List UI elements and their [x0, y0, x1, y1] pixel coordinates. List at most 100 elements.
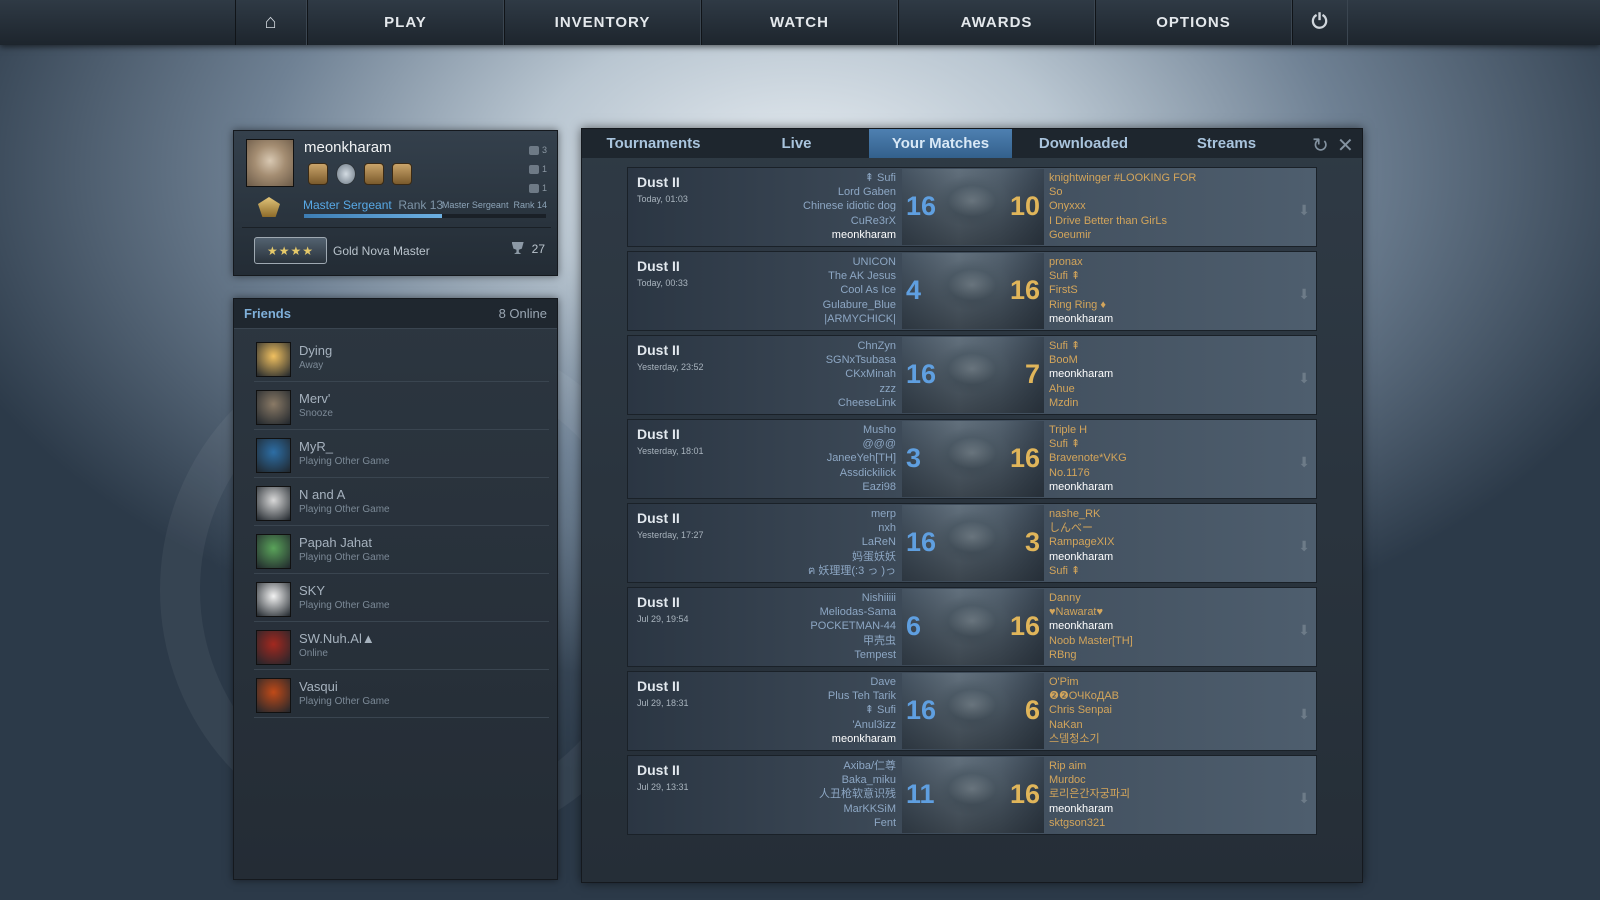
match-row[interactable]: Dust II Today, 01:03 ⇞ Sufi Lord Gaben Chine…	[627, 167, 1317, 247]
player-name: Triple H	[1049, 424, 1088, 436]
watch-tabs: Tournaments Live Your Matches Downloaded…	[582, 129, 1362, 158]
tab-live[interactable]: Live	[725, 129, 868, 158]
player-name: O'Pim	[1049, 676, 1079, 688]
player-name: しんべー	[1049, 522, 1093, 535]
map-thumbnail: 16 7	[902, 337, 1044, 413]
rank-level: Rank 13	[398, 198, 444, 212]
score-ct: 11	[906, 779, 935, 809]
competitive-wins: 27	[511, 242, 545, 256]
score-ct: 16	[906, 527, 937, 557]
score-ct: 16	[906, 359, 937, 389]
friend-avatar	[256, 534, 291, 569]
refresh-icon[interactable]: ↻	[1312, 133, 1329, 158]
watch-button[interactable]: WATCH	[701, 0, 898, 45]
download-icon[interactable]: ⬇	[1298, 706, 1310, 723]
player-name: meonkharam	[1049, 620, 1114, 633]
download-icon[interactable]: ⬇	[1298, 538, 1310, 555]
trophy-icon	[511, 242, 524, 254]
friend-status: Playing Other Game	[299, 600, 390, 611]
team-t-list: O'Pim ❷❷ОЧКоДАВ Chris Senpai NaKan 스뎀청소기	[1049, 675, 1119, 746]
player-name: POCKETMAN-44	[810, 620, 896, 633]
tab-streams[interactable]: Streams	[1155, 129, 1298, 158]
close-icon[interactable]: ✕	[1337, 133, 1354, 158]
player-name: Sufi ⇞	[1049, 270, 1081, 283]
tab-downloaded[interactable]: Downloaded	[1012, 129, 1155, 158]
match-date: Yesterday, 18:01	[637, 446, 704, 456]
download-icon[interactable]: ⬇	[1298, 286, 1310, 303]
player-name: Tempest	[854, 648, 896, 661]
score-t: 6	[1024, 695, 1040, 725]
friend-status: Playing Other Game	[299, 456, 390, 467]
player-name: Mzdin	[1049, 396, 1079, 409]
friend-item[interactable]: Merv' Snooze	[254, 383, 549, 430]
download-icon[interactable]: ⬇	[1298, 202, 1310, 219]
download-icon[interactable]: ⬇	[1298, 790, 1310, 807]
match-map: Dust II	[637, 426, 680, 442]
username[interactable]: meonkharam	[304, 139, 392, 156]
friend-item[interactable]: SW.Nuh.Al▲ Online	[254, 623, 549, 670]
options-button[interactable]: OPTIONS	[1095, 0, 1292, 45]
avatar[interactable]	[246, 139, 294, 187]
player-name: Onyxxx	[1049, 200, 1086, 213]
friend-name: Papah Jahat	[299, 535, 373, 550]
friend-item[interactable]: Vasqui Playing Other Game	[254, 671, 549, 718]
match-row[interactable]: Dust II Today, 00:33 UNICON The AK Jesus Coo…	[627, 251, 1317, 331]
play-button[interactable]: PLAY	[307, 0, 504, 45]
team-ct-list: Axiba/仁尊 Baka_miku 人丑枪软意识残 MarKKSiM Fent	[819, 759, 896, 830]
medal-icon[interactable]	[392, 163, 412, 185]
home-icon: ⌂	[264, 11, 278, 33]
download-icon[interactable]: ⬇	[1298, 622, 1310, 639]
friends-panel: Friends 8 Online Dying Away Merv' Snooze MyR…	[233, 298, 558, 880]
friend-item[interactable]: Dying Away	[254, 335, 549, 382]
medal-icon[interactable]	[364, 163, 384, 185]
power-icon: ⏻	[1311, 11, 1329, 33]
download-icon[interactable]: ⬇	[1298, 454, 1310, 471]
skill-group-name: Gold Nova Master	[333, 244, 430, 258]
match-row[interactable]: Dust II Jul 29, 19:54 Nishiiiii Meliodas-Sa…	[627, 587, 1317, 667]
player-name: The AK Jesus	[828, 270, 896, 283]
tab-tournaments[interactable]: Tournaments	[582, 129, 725, 158]
home-button[interactable]: ⌂	[235, 0, 307, 45]
player-name: Meliodas-Sama	[819, 606, 896, 619]
player-name: 妈蛋妖妖	[852, 550, 896, 563]
power-button[interactable]: ⏻	[1292, 0, 1348, 45]
friend-item[interactable]: Papah Jahat Playing Other Game	[254, 527, 549, 574]
medal-icon[interactable]	[336, 163, 356, 185]
medal-icon[interactable]	[308, 163, 328, 185]
friend-name: SW.Nuh.Al▲	[299, 631, 375, 646]
profile-stats: 3 1 1	[528, 141, 547, 198]
match-row[interactable]: Dust II Yesterday, 17:27 merp nxh LaReN 妈蛋妖妖ฅ…	[627, 503, 1317, 583]
friend-avatar	[256, 630, 291, 665]
stat-value: 3	[541, 145, 547, 155]
player-name: No.1176	[1049, 466, 1090, 479]
friend-item[interactable]: N and A Playing Other Game	[254, 479, 549, 526]
player-name: meonkharam	[831, 732, 896, 745]
player-name: Chinese idiotic dog	[803, 200, 896, 213]
match-row[interactable]: Dust II Jul 29, 18:31 Dave Plus Teh Tarik ⇞ …	[627, 671, 1317, 751]
score-ct: 16	[906, 695, 937, 725]
friends-online-count: 8 Online	[498, 306, 547, 321]
xp-progress-fill	[304, 214, 442, 218]
download-icon[interactable]: ⬇	[1298, 370, 1310, 387]
player-name: Axiba/仁尊	[843, 760, 896, 772]
friend-item[interactable]: MyR_ Playing Other Game	[254, 431, 549, 478]
inventory-button[interactable]: INVENTORY	[504, 0, 701, 45]
match-row[interactable]: Dust II Jul 29, 13:31 Axiba/仁尊 Baka_miku 人丑枪…	[627, 755, 1317, 835]
player-name: SGNxTsubasa	[825, 354, 896, 367]
friend-avatar	[256, 342, 291, 377]
player-name: 人丑枪软意识残	[819, 788, 896, 801]
commend-icon	[528, 146, 539, 156]
match-row[interactable]: Dust II Yesterday, 23:52 ChnZyn SGNxTsubasa…	[627, 335, 1317, 415]
next-rank-level: Rank 14	[513, 200, 547, 210]
team-ct-list: ⇞ Sufi Lord Gaben Chinese idiotic dog CuRe3…	[803, 171, 896, 242]
friend-status: Playing Other Game	[299, 504, 390, 515]
match-row[interactable]: Dust II Yesterday, 18:01 Musho @@@ JaneeYeh[…	[627, 419, 1317, 499]
awards-button[interactable]: AWARDS	[898, 0, 1095, 45]
player-name: Murdoc	[1049, 774, 1086, 787]
tab-your-matches[interactable]: Your Matches	[869, 129, 1012, 158]
friend-item[interactable]: SKY Playing Other Game	[254, 575, 549, 622]
friend-name: Dying	[299, 343, 333, 358]
player-name: 'Anul3izz	[852, 718, 896, 731]
skill-group-badge[interactable]: ★★★★	[254, 237, 327, 264]
player-name: BooM	[1049, 354, 1078, 367]
